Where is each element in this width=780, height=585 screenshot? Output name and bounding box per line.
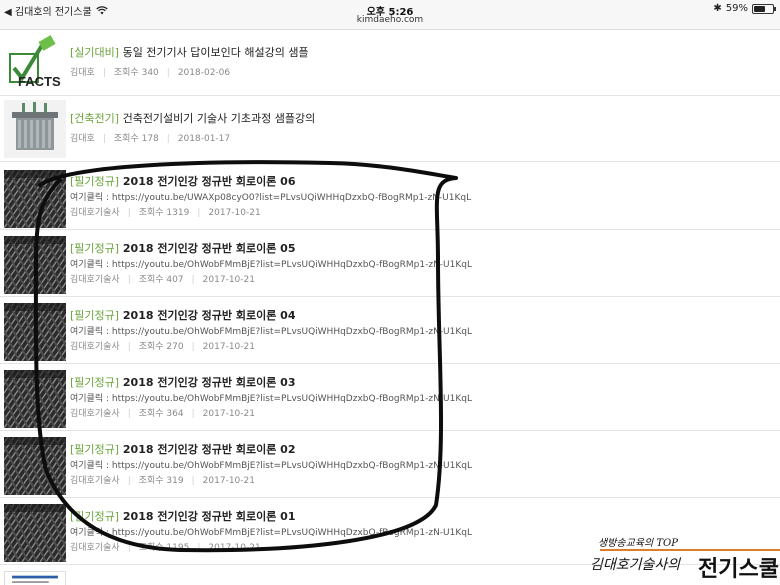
status-right: ✱ 59% [713, 3, 776, 14]
post-author: 김대호기술사 [70, 342, 120, 352]
post-excerpt[interactable]: 여기클릭 : https://youtu.be/OhWobFMmBjE?list… [70, 391, 472, 404]
post-meta: 김대호기술사 | 조회수 270 | 2017-10-21 [70, 342, 255, 352]
video-thumbnail[interactable] [4, 303, 66, 361]
post-meta: 김대호기술사 | 조회수 407 | 2017-10-21 [70, 275, 255, 285]
transformer-thumbnail[interactable] [4, 100, 66, 158]
post-title[interactable]: [필기정규] 2018 전기인강 정규반 회로이론 01 [70, 508, 295, 524]
battery-level [754, 5, 765, 12]
post-title-text[interactable]: 2018 전기인강 정규반 회로이론 06 [119, 175, 296, 188]
post-author: 김대호기술사 [70, 476, 120, 486]
post-title-text[interactable]: 2018 전기인강 정규반 회로이론 02 [119, 443, 296, 456]
list-item[interactable]: [필기정규] 2018 전기인강 정규반 회로이론 04 여기클릭 : http… [0, 297, 780, 364]
post-category[interactable]: [필기정규] [70, 376, 119, 389]
post-date: 2017-10-21 [202, 409, 255, 419]
post-excerpt[interactable]: 여기클릭 : https://youtu.be/OhWobFMmBjE?list… [70, 525, 472, 538]
post-category[interactable]: [필기정규] [70, 510, 119, 523]
post-title[interactable]: [건축전기] 건축전기설비기 기술사 기초과정 샘플강의 [70, 110, 315, 126]
post-meta: 김대호 | 조회수 178 | 2018-01-17 [70, 134, 231, 144]
post-author: 김대호 [70, 68, 95, 78]
post-title[interactable]: [필기정규] 2018 전기인강 정규반 회로이론 03 [70, 374, 295, 390]
watermark: 생방송교육의 TOP 김대호기술사의 전기스쿨 [590, 532, 780, 585]
post-title-text[interactable]: 2018 전기인강 정규반 회로이론 04 [119, 309, 296, 322]
post-author: 김대호 [70, 134, 95, 144]
post-author: 김대호기술사 [70, 275, 120, 285]
post-title-text[interactable]: 2018 전기인강 정규반 회로이론 05 [119, 242, 296, 255]
watermark-brand: 전기스쿨 [698, 557, 779, 582]
post-title[interactable]: [필기정규] 2018 전기인강 정규반 회로이론 06 [70, 173, 295, 189]
post-views: 조회수 407 [138, 275, 184, 285]
post-title-text[interactable]: 동일 전기기사 답이보인다 해설강의 샘플 [119, 46, 309, 59]
video-thumbnail[interactable] [4, 370, 66, 428]
post-date: 2017-10-21 [202, 476, 255, 486]
post-views: 조회수 178 [113, 134, 159, 144]
post-excerpt[interactable]: 여기클릭 : https://youtu.be/OhWobFMmBjE?list… [70, 257, 472, 270]
post-views: 조회수 319 [138, 476, 184, 486]
list-item[interactable]: [필기정규] 2018 전기인강 정규반 회로이론 03 여기클릭 : http… [0, 364, 780, 431]
battery-percent: 59% [725, 3, 748, 14]
post-title-text[interactable]: 건축전기설비기 기술사 기초과정 샘플강의 [119, 112, 316, 125]
post-views: 조회수 1195 [138, 543, 190, 553]
video-thumbnail[interactable] [4, 504, 66, 562]
video-thumbnail[interactable] [4, 437, 66, 495]
list-item[interactable]: [건축전기] 건축전기설비기 기술사 기초과정 샘플강의 김대호 | 조회수 178… [0, 96, 780, 162]
post-excerpt[interactable]: 여기클릭 : https://youtu.be/UWAXp08cyO0?list… [70, 190, 471, 203]
watermark-name: 김대호기술사의 [590, 557, 681, 573]
list-item[interactable]: [필기정규] 2018 전기인강 정규반 회로이론 05 여기클릭 : http… [0, 230, 780, 297]
post-category[interactable]: [실기대비] [70, 46, 119, 59]
book-thumbnail[interactable] [4, 571, 66, 585]
post-views: 조회수 340 [113, 68, 159, 78]
post-date: 2017-10-21 [202, 342, 255, 352]
post-meta: 김대호 | 조회수 340 | 2018-02-06 [70, 68, 231, 78]
post-date: 2017-10-21 [208, 543, 261, 553]
status-bar: ◀ 김대호의 전기스쿨 오후 5:26 kimdaeho.com ✱ 59% [0, 0, 780, 30]
post-views: 조회수 1319 [138, 208, 190, 218]
post-views: 조회수 364 [138, 409, 184, 419]
post-author: 김대호기술사 [70, 409, 120, 419]
battery-icon [752, 3, 776, 14]
post-title-text[interactable]: 2018 전기인강 정규반 회로이론 03 [119, 376, 296, 389]
post-category[interactable]: [필기정규] [70, 242, 119, 255]
post-title[interactable]: [필기정규] 2018 전기인강 정규반 회로이론 02 [70, 441, 295, 457]
post-date: 2018-01-17 [177, 134, 231, 144]
post-date: 2017-10-21 [202, 275, 255, 285]
post-excerpt[interactable]: 여기클릭 : https://youtu.be/OhWobFMmBjE?list… [70, 324, 472, 337]
post-meta: 김대호기술사 | 조회수 1319 | 2017-10-21 [70, 208, 261, 218]
post-title[interactable]: [필기정규] 2018 전기인강 정규반 회로이론 05 [70, 240, 295, 256]
post-title[interactable]: [실기대비] 동일 전기기사 답이보인다 해설강의 샘플 [70, 44, 309, 60]
post-list: FACTS [실기대비] 동일 전기기사 답이보인다 해설강의 샘플 김대호 | 조… [0, 30, 780, 585]
list-item[interactable]: FACTS [실기대비] 동일 전기기사 답이보인다 해설강의 샘플 김대호 | 조… [0, 30, 780, 96]
svg-text:FACTS: FACTS [18, 74, 61, 89]
address-bar-url[interactable]: kimdaeho.com [0, 15, 780, 25]
post-category[interactable]: [필기정규] [70, 443, 119, 456]
post-category[interactable]: [건축전기] [70, 112, 119, 125]
video-thumbnail[interactable] [4, 170, 66, 228]
post-meta: 김대호기술사 | 조회수 364 | 2017-10-21 [70, 409, 255, 419]
video-thumbnail[interactable] [4, 236, 66, 294]
watermark-tagline: 생방송교육의 TOP [598, 538, 678, 549]
post-excerpt[interactable]: 여기클릭 : https://youtu.be/OhWobFMmBjE?list… [70, 458, 472, 471]
list-item[interactable]: [필기정규] 2018 전기인강 정규반 회로이론 02 여기클릭 : http… [0, 431, 780, 498]
facts-thumbnail[interactable]: FACTS [4, 34, 66, 92]
post-date: 2017-10-21 [208, 208, 261, 218]
post-meta: 김대호기술사 | 조회수 1195 | 2017-10-21 [70, 543, 261, 553]
post-date: 2018-02-06 [177, 68, 231, 78]
list-item[interactable]: [필기정규] 2018 전기인강 정규반 회로이론 06 여기클릭 : http… [0, 162, 780, 230]
post-title[interactable]: [필기정규] 2018 전기인강 정규반 회로이론 04 [70, 307, 295, 323]
bluetooth-icon: ✱ [713, 3, 722, 14]
post-category[interactable]: [필기정규] [70, 309, 119, 322]
post-author: 김대호기술사 [70, 543, 120, 553]
post-meta: 김대호기술사 | 조회수 319 | 2017-10-21 [70, 476, 255, 486]
post-views: 조회수 270 [138, 342, 184, 352]
post-category[interactable]: [필기정규] [70, 175, 119, 188]
post-title-text[interactable]: 2018 전기인강 정규반 회로이론 01 [119, 510, 296, 523]
post-author: 김대호기술사 [70, 208, 120, 218]
